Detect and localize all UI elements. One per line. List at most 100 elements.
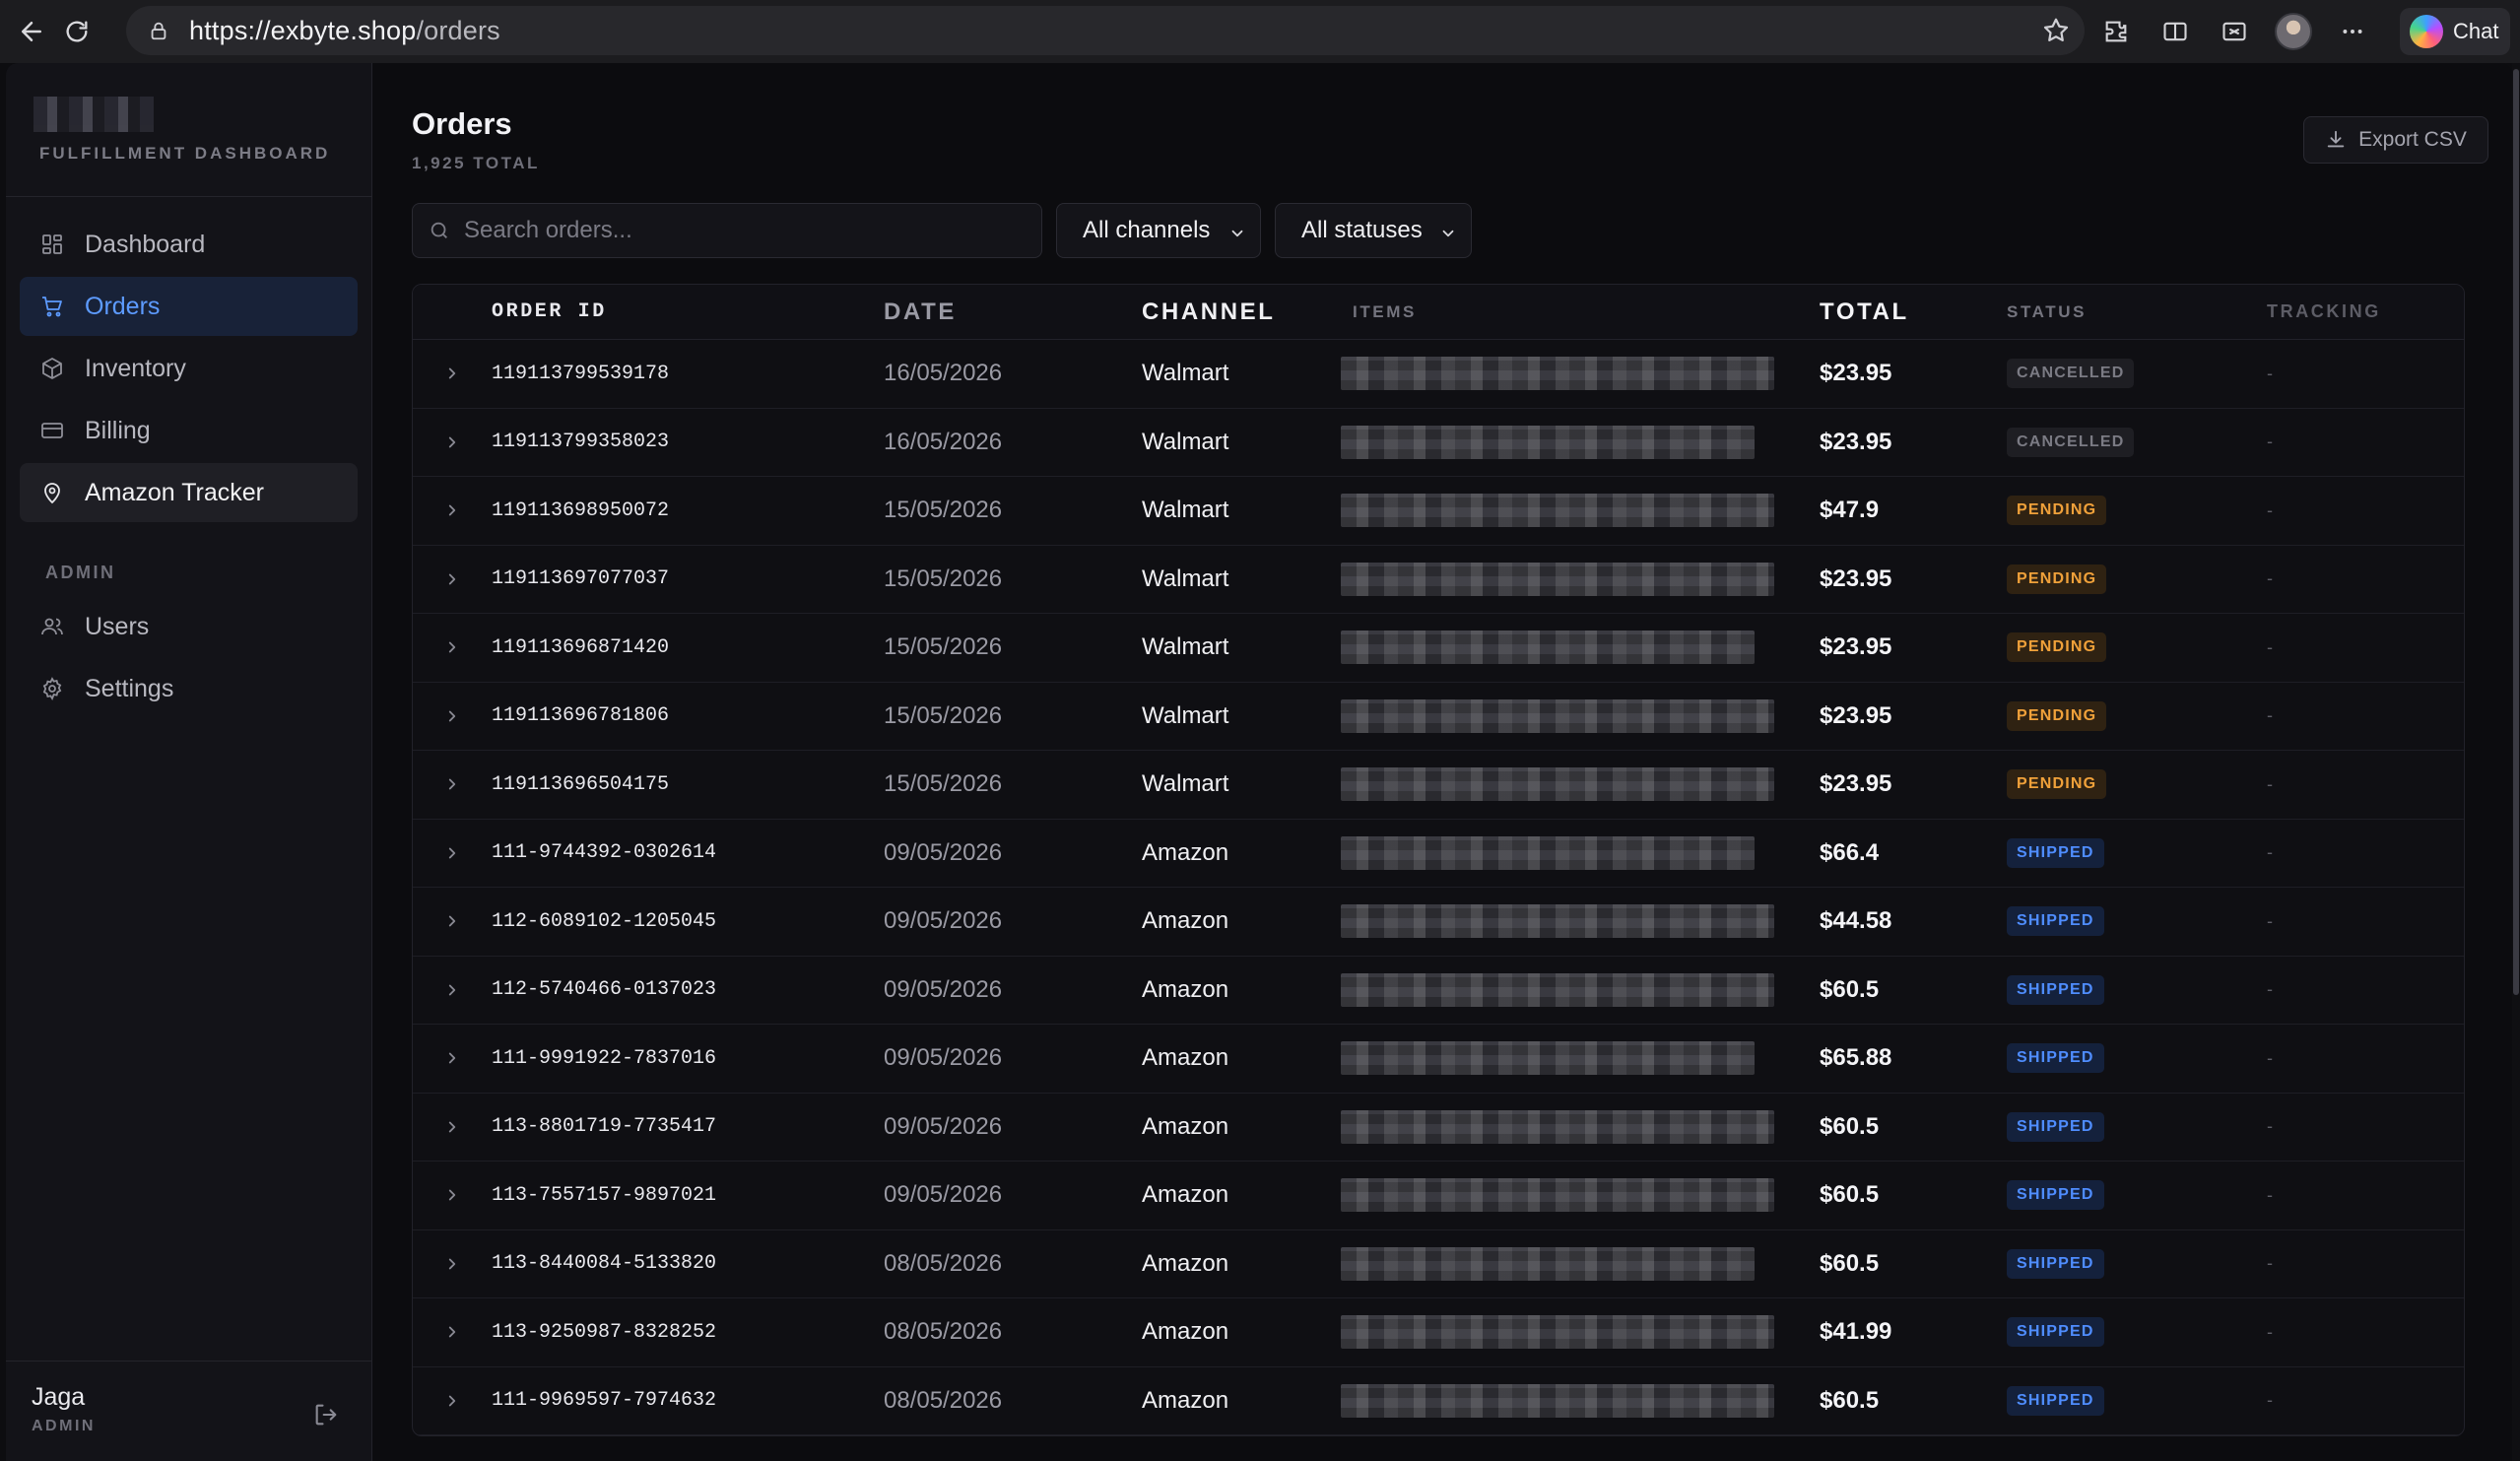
status-filter-select[interactable]: All statuses [1275, 203, 1472, 258]
chevron-right-icon [443, 1392, 461, 1410]
order-channel: Amazon [1142, 907, 1229, 935]
url-text[interactable]: https://exbyte.shop/orders [189, 16, 500, 46]
order-id: 113-8801719-7735417 [492, 1115, 717, 1139]
order-total: $60.5 [1820, 1181, 1880, 1209]
expand-row-button[interactable] [413, 707, 492, 725]
order-items [1341, 1383, 1820, 1418]
expand-row-button[interactable] [413, 570, 492, 588]
table-row[interactable]: 111-9744392-0302614 09/05/2026 Amazon $66.4… [413, 820, 2464, 888]
expand-row-button[interactable] [413, 912, 492, 930]
address-bar[interactable]: https://exbyte.shop/orders [126, 6, 2085, 55]
expand-row-button[interactable] [413, 775, 492, 793]
table-row[interactable]: 112-5740466-0137023 09/05/2026 Amazon $60.5… [413, 957, 2464, 1025]
order-id: 111-9969597-7974632 [492, 1389, 717, 1413]
expand-row-button[interactable] [413, 433, 492, 451]
logout-icon[interactable] [312, 1401, 342, 1430]
profile-avatar[interactable] [2272, 10, 2315, 53]
map-pin-icon [39, 480, 65, 505]
redacted-items [1341, 631, 1755, 665]
reload-icon[interactable] [55, 10, 99, 53]
order-status: SHIPPED [2007, 1043, 2267, 1074]
expand-row-button[interactable] [413, 1323, 492, 1341]
export-csv-button[interactable]: Export CSV [2303, 116, 2488, 164]
order-status: SHIPPED [2007, 1111, 2267, 1142]
table-row[interactable]: 113-8801719-7735417 09/05/2026 Amazon $60.5… [413, 1094, 2464, 1162]
table-row[interactable]: 111-9991922-7837016 09/05/2026 Amazon $65.8… [413, 1025, 2464, 1094]
search-icon [429, 220, 450, 241]
status-badge: SHIPPED [2007, 1248, 2104, 1279]
expand-row-button[interactable] [413, 1392, 492, 1410]
order-id: 112-6089102-1205045 [492, 909, 717, 933]
chat-label: Chat [2453, 19, 2499, 43]
sidebar-item-dashboard[interactable]: Dashboard [20, 215, 358, 274]
order-channel: Amazon [1142, 1044, 1229, 1072]
column-tracking[interactable]: TRACKING [2267, 301, 2381, 322]
expand-row-button[interactable] [413, 981, 492, 999]
table-row[interactable]: 113-7557157-9897021 09/05/2026 Amazon $60.5… [413, 1162, 2464, 1230]
order-status: SHIPPED [2007, 1385, 2267, 1416]
brand-logo [33, 97, 154, 132]
expand-row-button[interactable] [413, 638, 492, 656]
redacted-items [1341, 494, 1774, 528]
table-row[interactable]: 111-9969597-7974632 08/05/2026 Amazon $60.5… [413, 1367, 2464, 1435]
split-view-icon[interactable] [2154, 10, 2197, 53]
channel-filter-select[interactable]: All channels [1056, 203, 1261, 258]
extensions-icon[interactable] [2094, 10, 2138, 53]
back-icon[interactable] [10, 10, 53, 53]
expand-row-button[interactable] [413, 1255, 492, 1273]
chevron-right-icon [443, 1049, 461, 1067]
order-status: CANCELLED [2007, 427, 2267, 457]
table-row[interactable]: 119113698950072 15/05/2026 Walmart $47.9 PEN… [413, 477, 2464, 546]
expand-row-button[interactable] [413, 1118, 492, 1136]
sidebar-item-orders[interactable]: Orders [20, 277, 358, 336]
order-id: 119113799358023 [492, 431, 670, 454]
more-icon[interactable] [2331, 10, 2374, 53]
sidebar-item-inventory[interactable]: Inventory [20, 339, 358, 398]
table-row[interactable]: 119113697077037 15/05/2026 Walmart $23.95 PE… [413, 546, 2464, 614]
page-scrollbar[interactable] [2512, 63, 2520, 1461]
sidebar-item-users[interactable]: Users [20, 597, 358, 656]
expand-row-button[interactable] [413, 501, 492, 519]
order-items [1341, 1246, 1820, 1281]
redacted-items [1341, 1178, 1774, 1213]
lock-icon[interactable] [146, 18, 171, 43]
order-id: 119113696781806 [492, 704, 670, 728]
redacted-items [1341, 1383, 1774, 1418]
browser-actions [2094, 10, 2374, 53]
sidebar-item-amazon-tracker[interactable]: Amazon Tracker [20, 463, 358, 522]
expand-row-button[interactable] [413, 1049, 492, 1067]
table-row[interactable]: 119113696781806 15/05/2026 Walmart $23.95 PE… [413, 683, 2464, 751]
search-input[interactable] [464, 217, 1016, 244]
table-row[interactable]: 119113799358023 16/05/2026 Walmart $23.95 CA… [413, 409, 2464, 477]
column-date[interactable]: DATE [884, 299, 1142, 326]
expand-row-button[interactable] [413, 844, 492, 862]
order-id: 119113696504175 [492, 772, 670, 796]
chevron-right-icon [443, 1186, 461, 1204]
order-tracking: - [2267, 910, 2273, 931]
table-row[interactable]: 112-6089102-1205045 09/05/2026 Amazon $44.5… [413, 888, 2464, 957]
chat-button[interactable]: Chat [2400, 8, 2510, 55]
cart-icon [39, 294, 65, 319]
table-row[interactable]: 113-8440084-5133820 08/05/2026 Amazon $60.5… [413, 1230, 2464, 1298]
table-row[interactable]: 119113799539178 16/05/2026 Walmart $23.95 CA… [413, 340, 2464, 409]
screenshot-icon[interactable] [2213, 10, 2256, 53]
column-status[interactable]: STATUS [2007, 302, 2267, 322]
expand-row-button[interactable] [413, 1186, 492, 1204]
order-channel: Amazon [1142, 1318, 1229, 1346]
order-items [1341, 835, 1820, 870]
brand-subtitle: FULFILLMENT DASHBOARD [39, 144, 331, 163]
column-order-id[interactable]: ORDER ID [492, 300, 884, 323]
column-total[interactable]: TOTAL [1820, 299, 2007, 326]
column-channel[interactable]: CHANNEL [1142, 299, 1353, 326]
table-row[interactable]: 119113696504175 15/05/2026 Walmart $23.95 PE… [413, 751, 2464, 820]
sidebar-item-billing[interactable]: Billing [20, 401, 358, 460]
table-row[interactable]: 113-9250987-8328252 08/05/2026 Amazon $41.9… [413, 1298, 2464, 1367]
sidebar-item-settings[interactable]: Settings [20, 659, 358, 718]
table-row[interactable]: 119113696871420 15/05/2026 Walmart $23.95 PE… [413, 614, 2464, 683]
expand-row-button[interactable] [413, 365, 492, 382]
order-date: 15/05/2026 [884, 770, 1003, 798]
scrollbar-thumb[interactable] [2513, 69, 2519, 995]
column-items[interactable]: ITEMS [1353, 302, 1820, 322]
order-total: $65.88 [1820, 1044, 1892, 1072]
star-icon[interactable] [2041, 16, 2071, 45]
